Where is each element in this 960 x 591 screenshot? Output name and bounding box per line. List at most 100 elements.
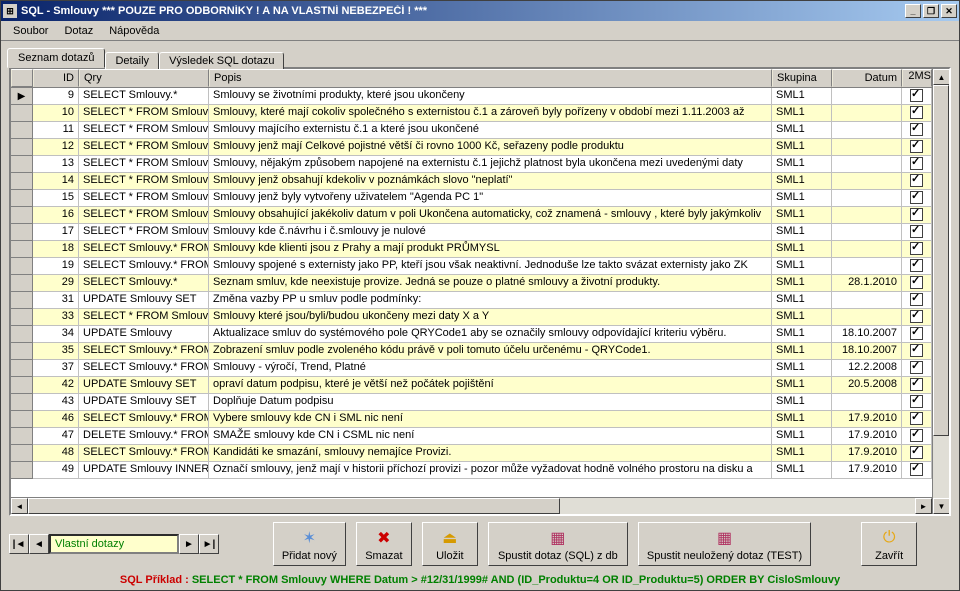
checkbox-2ms[interactable] [910,293,923,306]
checkbox-2ms[interactable] [910,191,923,204]
maximize-button[interactable]: ❐ [923,4,939,18]
scroll-thumb-v[interactable] [933,85,949,436]
row-header[interactable] [11,173,33,190]
nav-last-button[interactable]: ►| [199,534,219,554]
row-header[interactable] [11,224,33,241]
row-header[interactable] [11,122,33,139]
cell-datum[interactable] [832,88,902,105]
cell-skupina[interactable]: SML1 [772,411,832,428]
table-row[interactable]: 11SELECT * FROM SmlouvySmlouvy majícího … [11,122,932,139]
cell-popis[interactable]: Smlouvy jenž obsahují kdekoliv v poznámk… [209,173,772,190]
nav-first-button[interactable]: |◄ [9,534,29,554]
cell-2ms[interactable] [902,275,932,292]
table-row[interactable]: 13SELECT * FROM SmlouvySmlouvy, nějakým … [11,156,932,173]
cell-qry[interactable]: SELECT Smlouvy.* FROM [79,343,209,360]
cell-2ms[interactable] [902,377,932,394]
table-row[interactable]: 47DELETE Smlouvy.* FROMSMAŽE smlouvy kde… [11,428,932,445]
cell-2ms[interactable] [902,326,932,343]
cell-datum[interactable]: 20.5.2008 [832,377,902,394]
scroll-track-h[interactable] [28,498,915,514]
cell-2ms[interactable] [902,360,932,377]
col-datum[interactable]: Datum [832,69,902,87]
cell-popis[interactable]: Aktualizace smluv do systémového pole QR… [209,326,772,343]
col-popis[interactable]: Popis [209,69,772,87]
table-row[interactable]: 17SELECT * FROM SmlouvySmlouvy kde č.náv… [11,224,932,241]
checkbox-2ms[interactable] [910,174,923,187]
cell-id[interactable]: 11 [33,122,79,139]
tab-0[interactable]: Seznam dotazů [7,48,105,68]
cell-popis[interactable]: Smlouvy, které mají cokoliv společného s… [209,105,772,122]
cell-2ms[interactable] [902,207,932,224]
scroll-up-icon[interactable]: ▲ [933,69,949,85]
menu-napoveda[interactable]: Nápověda [101,23,167,39]
cell-popis[interactable]: Smlouvy - výročí, Trend, Platné [209,360,772,377]
cell-popis[interactable]: Smlouvy, nějakým způsobem napojené na ex… [209,156,772,173]
cell-2ms[interactable] [902,122,932,139]
cell-datum[interactable]: 18.10.2007 [832,343,902,360]
cell-popis[interactable]: Smlouvy které jsou/byli/budou ukončeny m… [209,309,772,326]
row-header[interactable] [11,190,33,207]
checkbox-2ms[interactable] [910,310,923,323]
checkbox-2ms[interactable] [910,225,923,238]
table-row[interactable]: 29SELECT Smlouvy.*Seznam smluv, kde neex… [11,275,932,292]
checkbox-2ms[interactable] [910,276,923,289]
scroll-right-icon[interactable]: ► [915,498,932,514]
cell-id[interactable]: 16 [33,207,79,224]
cell-datum[interactable] [832,173,902,190]
close-dialog-button[interactable]: ⏻ Zavřít [861,522,917,566]
cell-2ms[interactable] [902,241,932,258]
cell-2ms[interactable] [902,105,932,122]
menu-soubor[interactable]: Soubor [5,23,56,39]
col-qry[interactable]: Qry [79,69,209,87]
nav-prev-button[interactable]: ◄ [29,534,49,554]
cell-skupina[interactable]: SML1 [772,224,832,241]
cell-skupina[interactable]: SML1 [772,190,832,207]
cell-2ms[interactable] [902,394,932,411]
cell-qry[interactable]: SELECT * FROM Smlouvy [79,105,209,122]
checkbox-2ms[interactable] [910,106,923,119]
cell-2ms[interactable] [902,428,932,445]
cell-popis[interactable]: Kandidáti ke smazání, smlouvy nemajíce P… [209,445,772,462]
table-row[interactable]: 43UPDATE Smlouvy SETDoplňuje Datum podpi… [11,394,932,411]
cell-datum[interactable]: 17.9.2010 [832,411,902,428]
cell-id[interactable]: 31 [33,292,79,309]
close-button[interactable]: ✕ [941,4,957,18]
checkbox-2ms[interactable] [910,242,923,255]
cell-id[interactable]: 29 [33,275,79,292]
cell-id[interactable]: 10 [33,105,79,122]
cell-2ms[interactable] [902,224,932,241]
cell-skupina[interactable]: SML1 [772,139,832,156]
cell-qry[interactable]: SELECT Smlouvy.* [79,275,209,292]
cell-skupina[interactable]: SML1 [772,258,832,275]
cell-qry[interactable]: SELECT Smlouvy.* FROM [79,411,209,428]
cell-id[interactable]: 37 [33,360,79,377]
table-row[interactable]: 10SELECT * FROM SmlouvySmlouvy, které ma… [11,105,932,122]
row-header[interactable] [11,428,33,445]
scrollbar-horizontal[interactable]: ◄ ► [11,497,932,514]
table-row[interactable]: 48SELECT Smlouvy.* FROMKandidáti ke smaz… [11,445,932,462]
save-button[interactable]: ⏏ Uložit [422,522,478,566]
cell-2ms[interactable] [902,156,932,173]
cell-qry[interactable]: SELECT * FROM Smlouvy [79,224,209,241]
cell-popis[interactable]: Smlouvy jenž mají Celkové pojistné větší… [209,139,772,156]
cell-popis[interactable]: Doplňuje Datum podpisu [209,394,772,411]
cell-qry[interactable]: SELECT * FROM Smlouvy [79,207,209,224]
cell-skupina[interactable]: SML1 [772,428,832,445]
tab-2[interactable]: Výsledek SQL dotazu [159,52,284,69]
table-row[interactable]: 14SELECT * FROM SmlouvySmlouvy jenž obsa… [11,173,932,190]
cell-popis[interactable]: Změna vazby PP u smluv podle podmínky: [209,292,772,309]
cell-skupina[interactable]: SML1 [772,122,832,139]
cell-qry[interactable]: SELECT Smlouvy.* FROM [79,445,209,462]
scroll-down-icon[interactable]: ▼ [933,498,949,514]
cell-2ms[interactable] [902,343,932,360]
cell-qry[interactable]: UPDATE Smlouvy INNER [79,462,209,479]
col-skupina[interactable]: Skupina [772,69,832,87]
cell-id[interactable]: 46 [33,411,79,428]
add-button[interactable]: ✶ Přidat nový [273,522,346,566]
table-row[interactable]: 34UPDATE SmlouvyAktualizace smluv do sys… [11,326,932,343]
cell-popis[interactable]: Vybere smlouvy kde CN i SML nic není [209,411,772,428]
cell-id[interactable]: 43 [33,394,79,411]
row-header[interactable] [11,394,33,411]
row-header[interactable] [11,343,33,360]
cell-2ms[interactable] [902,139,932,156]
